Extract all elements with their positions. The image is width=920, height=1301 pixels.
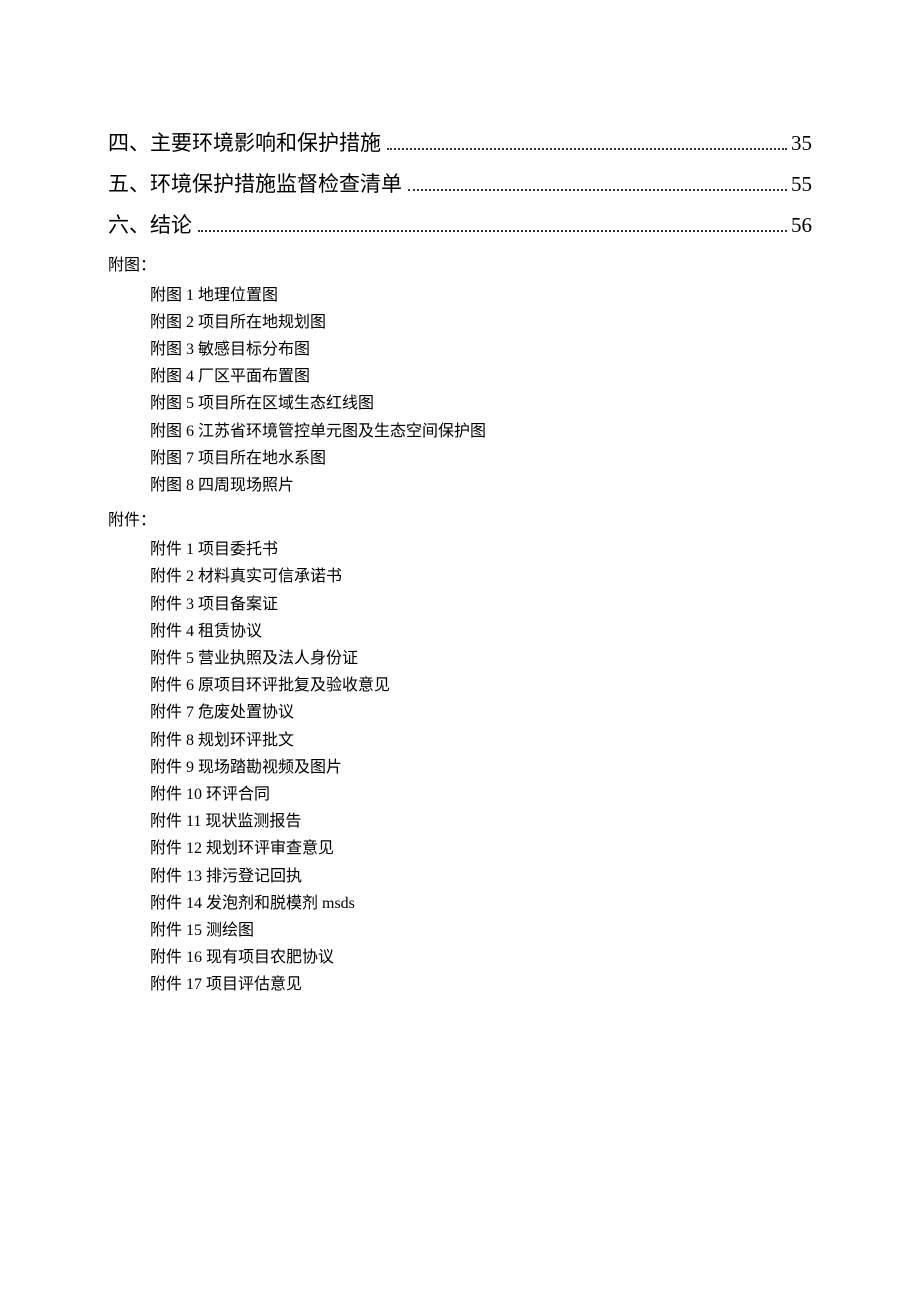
toc-entry: 五、环境保护措施监督检查清单 55: [108, 166, 812, 204]
toc-title: 六、结论: [108, 207, 192, 245]
toc-page: 56: [791, 207, 812, 245]
list-item: 附图 5 项目所在区域生态红线图: [150, 390, 812, 417]
list-item: 附图 1 地理位置图: [150, 282, 812, 309]
list-item: 附件 14 发泡剂和脱模剂 msds: [150, 890, 812, 917]
list-item: 附件 1 项目委托书: [150, 536, 812, 563]
list-item: 附件 6 原项目环评批复及验收意见: [150, 672, 812, 699]
list-item: 附件 9 现场踏勘视频及图片: [150, 754, 812, 781]
list-item: 附件 8 规划环评批文: [150, 727, 812, 754]
toc-title: 五、环境保护措施监督检查清单: [108, 166, 402, 204]
toc-dots: [408, 189, 787, 191]
list-item: 附件 12 规划环评审查意见: [150, 835, 812, 862]
list-item: 附图 2 项目所在地规划图: [150, 309, 812, 336]
list-item: 附图 6 江苏省环境管控单元图及生态空间保护图: [150, 418, 812, 445]
figures-list: 附图 1 地理位置图 附图 2 项目所在地规划图 附图 3 敏感目标分布图 附图…: [108, 282, 812, 500]
list-item: 附件 7 危废处置协议: [150, 699, 812, 726]
toc-dots: [198, 230, 787, 232]
list-item: 附件 3 项目备案证: [150, 591, 812, 618]
list-item: 附件 13 排污登记回执: [150, 863, 812, 890]
list-item: 附件 4 租赁协议: [150, 618, 812, 645]
list-item: 附件 10 环评合同: [150, 781, 812, 808]
figures-section: 附图： 附图 1 地理位置图 附图 2 项目所在地规划图 附图 3 敏感目标分布…: [108, 252, 812, 499]
list-item: 附图 3 敏感目标分布图: [150, 336, 812, 363]
list-item: 附件 16 现有项目农肥协议: [150, 944, 812, 971]
list-item: 附件 2 材料真实可信承诺书: [150, 563, 812, 590]
list-item: 附图 8 四周现场照片: [150, 472, 812, 499]
list-item: 附件 15 测绘图: [150, 917, 812, 944]
list-item: 附件 17 项目评估意见: [150, 971, 812, 998]
list-item: 附件 11 现状监测报告: [150, 808, 812, 835]
attachments-section: 附件： 附件 1 项目委托书 附件 2 材料真实可信承诺书 附件 3 项目备案证…: [108, 507, 812, 998]
toc-entry: 六、结论 56: [108, 207, 812, 245]
toc-container: 四、主要环境影响和保护措施 35 五、环境保护措施监督检查清单 55 六、结论 …: [108, 125, 812, 244]
section-label-attachments: 附件：: [108, 507, 812, 534]
toc-dots: [387, 148, 787, 150]
attachments-list: 附件 1 项目委托书 附件 2 材料真实可信承诺书 附件 3 项目备案证 附件 …: [108, 536, 812, 998]
list-item: 附件 5 营业执照及法人身份证: [150, 645, 812, 672]
toc-title: 四、主要环境影响和保护措施: [108, 125, 381, 163]
list-item: 附图 4 厂区平面布置图: [150, 363, 812, 390]
toc-page: 55: [791, 166, 812, 204]
toc-entry: 四、主要环境影响和保护措施 35: [108, 125, 812, 163]
section-label-figures: 附图：: [108, 252, 812, 279]
toc-page: 35: [791, 125, 812, 163]
list-item: 附图 7 项目所在地水系图: [150, 445, 812, 472]
